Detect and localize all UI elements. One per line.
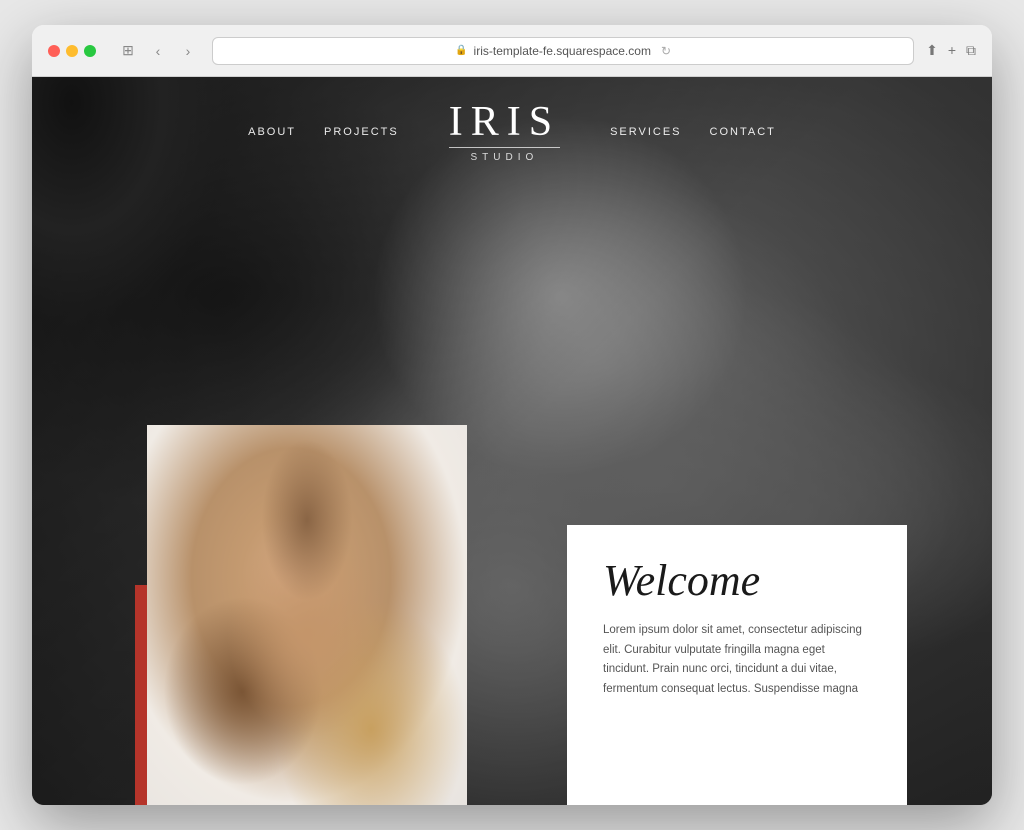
back-button[interactable]: ‹ [146,39,170,63]
logo-main-text: IRIS [449,101,560,143]
nav-left: About Projects [248,126,399,138]
browser-actions: ⬆ + ⧉ [926,42,976,59]
nav-contact[interactable]: Contact [710,126,776,138]
url-text: iris-template-fe.squarespace.com [474,44,651,58]
logo-divider [449,147,560,148]
welcome-heading: Welcome [603,557,871,605]
reload-icon: ↻ [661,44,671,58]
browser-controls: ⊞ ‹ › [116,39,200,63]
tabs-icon[interactable]: ⧉ [966,42,976,59]
nav-about[interactable]: About [248,126,296,138]
logo[interactable]: IRIS STUDIO [449,101,560,163]
welcome-text: Lorem ipsum dolor sit amet, consectetur … [603,621,871,699]
text-panel: Welcome Lorem ipsum dolor sit amet, cons… [567,525,907,805]
nav-right: Services Contact [610,126,776,138]
lock-icon: 🔒 [455,45,467,56]
share-icon[interactable]: ⬆ [926,42,938,59]
maximize-button[interactable] [84,45,96,57]
logo-sub-text: STUDIO [471,152,539,163]
overlay-photo [147,425,467,805]
address-bar[interactable]: 🔒 iris-template-fe.squarespace.com ↻ [212,37,914,65]
nav-projects[interactable]: Projects [324,126,399,138]
lower-section: Welcome Lorem ipsum dolor sit amet, cons… [32,485,992,805]
accent-bar [135,585,147,805]
nav-services[interactable]: Services [610,126,681,138]
minimize-button[interactable] [66,45,78,57]
sidebar-toggle-button[interactable]: ⊞ [116,39,140,63]
traffic-lights [48,45,96,57]
forward-button[interactable]: › [176,39,200,63]
browser-window: ⊞ ‹ › 🔒 iris-template-fe.squarespace.com… [32,25,992,805]
main-nav: About Projects IRIS STUDIO Services Cont… [32,77,992,187]
browser-chrome: ⊞ ‹ › 🔒 iris-template-fe.squarespace.com… [32,25,992,77]
website-content: About Projects IRIS STUDIO Services Cont… [32,77,992,805]
close-button[interactable] [48,45,60,57]
new-tab-icon[interactable]: + [948,42,956,59]
